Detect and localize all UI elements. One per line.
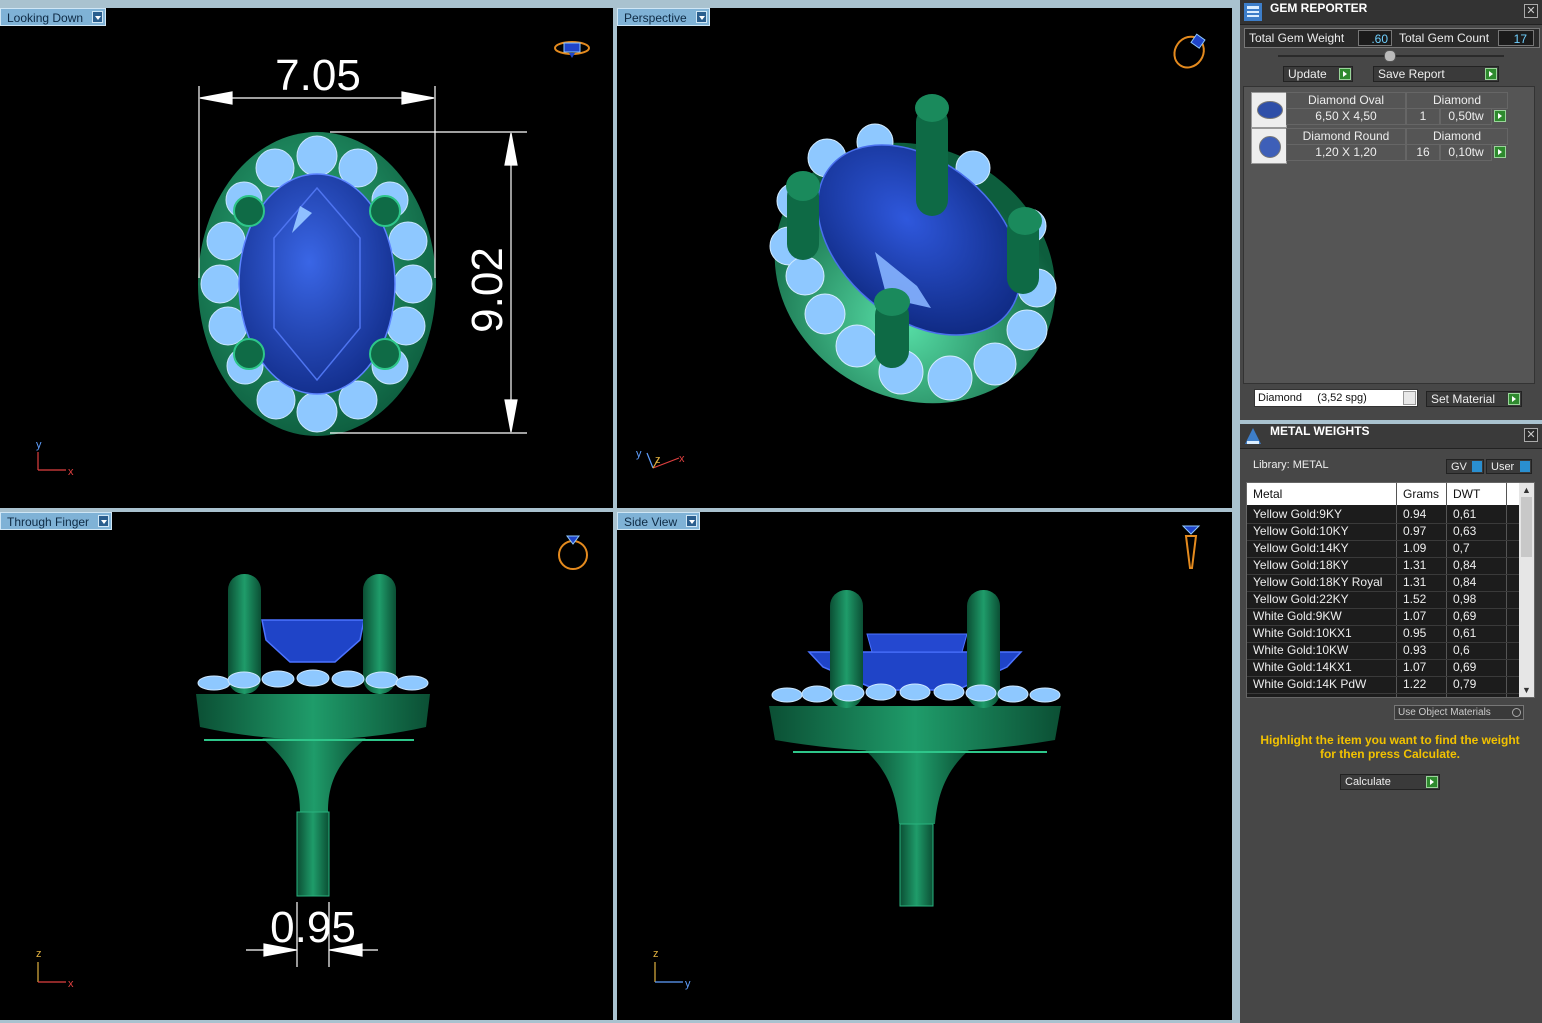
table-row[interactable]: Yellow Gold:18KY 1.31 0,84: [1247, 557, 1519, 575]
table-row[interactable]: Yellow Gold:22KY 1.52 0,98: [1247, 591, 1519, 609]
play-icon[interactable]: [1494, 146, 1506, 158]
play-icon: [1339, 68, 1351, 80]
slider-thumb[interactable]: [1384, 50, 1396, 62]
shank-dimension: 0.95: [270, 903, 356, 952]
chevron-down-icon[interactable]: [686, 515, 698, 527]
metal-table: Metal Grams DWT Yellow Gold:9KY 0.94 0,61 …: [1246, 482, 1535, 698]
table-row[interactable]: Yellow Gold:9KY 0.94 0,61: [1247, 506, 1519, 524]
gem-thumbnail: [1251, 128, 1287, 164]
gem-reporter-icon: [1244, 3, 1262, 21]
total-gem-weight-field: .60: [1358, 30, 1392, 46]
center-oval-gem: [261, 619, 365, 663]
play-icon: [1485, 68, 1497, 80]
radio-icon: [1512, 708, 1521, 717]
table-row[interactable]: Yellow Gold:14KY 1.09 0,7: [1247, 540, 1519, 558]
play-icon[interactable]: [1494, 110, 1506, 122]
table-row[interactable]: Yellow Gold:10KY 0.97 0,63: [1247, 523, 1519, 541]
svg-text:x: x: [68, 466, 74, 478]
view-cube-icon[interactable]: [554, 41, 590, 58]
table-scrollbar[interactable]: ▲ ▼: [1519, 483, 1534, 697]
svg-text:z: z: [36, 948, 42, 960]
scrollbar-thumb[interactable]: [1521, 497, 1532, 557]
oval-gem-icon: [1257, 101, 1283, 119]
metal-weights-icon: [1245, 428, 1261, 444]
looking-down-render: 7.05 9.02 y x: [36, 41, 590, 478]
shank-bar: [296, 811, 330, 897]
viewport-perspective[interactable]: y z x Perspective: [617, 8, 1232, 508]
viewport-side-view[interactable]: z y Side View: [617, 512, 1232, 1020]
material-select[interactable]: Diamond (3,52 spg): [1254, 389, 1418, 407]
shank-bar: [899, 823, 934, 907]
viewport-label-through-finger[interactable]: Through Finger: [0, 512, 113, 530]
chevron-down-icon[interactable]: [1403, 391, 1416, 405]
info-icon: [1520, 461, 1530, 472]
table-row[interactable]: White Gold:10KW 0.93 0,6: [1247, 642, 1519, 660]
calculate-button[interactable]: Calculate: [1340, 774, 1440, 790]
viewport-looking-down[interactable]: 7.05 9.02 y x Looking Down: [0, 8, 613, 508]
gem-reporter-titlebar: GEM REPORTER ✕: [1240, 0, 1542, 25]
svg-text:y: y: [685, 978, 691, 990]
viewport-label-perspective[interactable]: Perspective: [617, 8, 710, 26]
chevron-up-icon[interactable]: ▲: [1522, 485, 1531, 495]
gv-button[interactable]: GV: [1446, 459, 1484, 474]
ring-icon[interactable]: [558, 535, 588, 570]
pendant-icon[interactable]: [1181, 525, 1201, 569]
perspective-render: y z x: [636, 31, 1209, 469]
svg-text:x: x: [68, 978, 74, 990]
gem-thumbnail: [1251, 92, 1287, 128]
instruction-hint: Highlight the item you want to find the …: [1260, 733, 1520, 761]
info-icon: [1472, 461, 1482, 472]
total-gem-weight-label: Total Gem Weight: [1249, 31, 1345, 45]
play-icon: [1426, 776, 1438, 788]
width-dimension: 7.05: [275, 51, 361, 100]
gem-reporter-panel: GEM REPORTER ✕ Total Gem Weight .60 Tota…: [1240, 0, 1542, 420]
viewport-label-side-view[interactable]: Side View: [617, 512, 701, 530]
svg-text:y: y: [36, 439, 42, 451]
close-icon[interactable]: ✕: [1524, 428, 1538, 442]
table-header: Metal Grams DWT: [1247, 483, 1519, 505]
round-gem-icon: [1259, 136, 1281, 158]
table-row[interactable]: White Gold:10KX1 0.95 0,61: [1247, 625, 1519, 643]
set-material-button[interactable]: Set Material: [1426, 391, 1522, 407]
chevron-down-icon[interactable]: ▼: [1522, 685, 1531, 695]
axis-indicator: y z x: [636, 448, 685, 469]
side-view-render: z y: [653, 525, 1201, 990]
setting-base: [769, 706, 1061, 752]
axis-indicator: y x: [36, 439, 74, 478]
halo-diamonds: [771, 683, 1061, 703]
table-row[interactable]: Yellow Gold:18KY Royal 1.31 0,84: [1247, 574, 1519, 592]
axis-indicator: z y: [653, 948, 691, 990]
table-row[interactable]: White Gold:14K PdW 1.22 0,79: [1247, 676, 1519, 694]
user-button[interactable]: User: [1486, 459, 1532, 474]
play-icon: [1508, 393, 1520, 405]
update-button[interactable]: Update: [1283, 66, 1353, 82]
svg-text:y: y: [636, 448, 642, 460]
metal-weights-titlebar: METAL WEIGHTS ✕: [1240, 424, 1542, 449]
chevron-down-icon[interactable]: [92, 11, 104, 23]
close-icon[interactable]: ✕: [1524, 4, 1538, 18]
svg-text:z: z: [653, 948, 659, 960]
metal-weights-panel: METAL WEIGHTS ✕ Library: METAL GV User M…: [1240, 424, 1542, 1023]
use-object-materials-toggle[interactable]: Use Object Materials: [1394, 705, 1524, 720]
library-label: Library: METAL: [1253, 459, 1329, 471]
through-finger-render: 0.95 z x: [36, 535, 588, 990]
svg-text:x: x: [679, 453, 685, 465]
shank: [865, 750, 969, 824]
chevron-down-icon[interactable]: [98, 515, 110, 527]
chevron-down-icon[interactable]: [695, 11, 707, 23]
table-row[interactable]: White Gold:14KX1 1.07 0,69: [1247, 659, 1519, 677]
viewport-through-finger[interactable]: 0.95 z x Through Finger: [0, 512, 613, 1020]
table-row[interactable]: White Gold:9KW 1.07 0,69: [1247, 608, 1519, 626]
save-report-button[interactable]: Save Report: [1373, 66, 1499, 82]
shank: [262, 738, 366, 812]
axis-indicator: z x: [36, 948, 74, 990]
setting-base: [196, 694, 430, 740]
height-dimension: 9.02: [463, 247, 512, 333]
view-cube-icon[interactable]: [1168, 31, 1209, 73]
total-gem-count-field: 17: [1498, 30, 1534, 46]
total-gem-count-label: Total Gem Count: [1399, 31, 1490, 45]
svg-text:z: z: [655, 454, 661, 466]
viewport-label-looking-down[interactable]: Looking Down: [0, 8, 107, 26]
